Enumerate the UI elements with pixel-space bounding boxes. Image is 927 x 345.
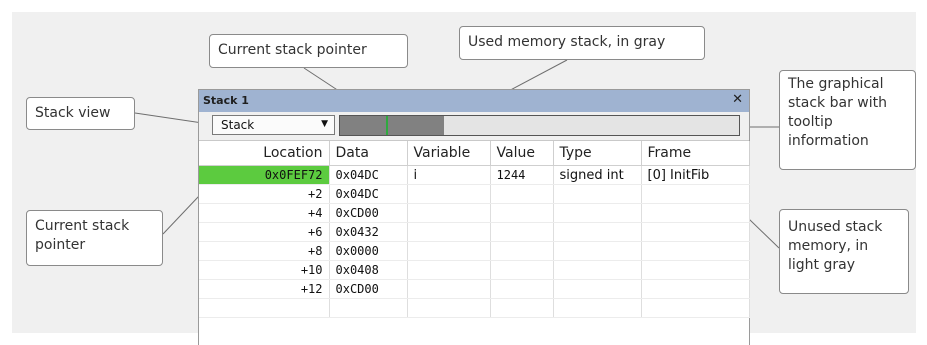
cell-type: signed int <box>553 165 642 185</box>
graphical-stack-bar[interactable] <box>339 115 740 136</box>
cell-location: +10 <box>199 260 330 280</box>
callout-stack-view: Stack view <box>26 97 135 130</box>
used-stack-memory <box>340 116 444 135</box>
window-title: Stack 1 <box>203 94 249 107</box>
table-row[interactable] <box>199 298 750 318</box>
cell-type <box>553 298 642 318</box>
cell-value <box>490 298 554 318</box>
callout-graphical-stack-bar: The graphical stack bar with tooltip inf… <box>779 70 916 170</box>
cell-type <box>553 260 642 280</box>
stack-pointer-marker <box>385 116 388 135</box>
table-row[interactable]: +2 0x04DC <box>199 184 750 204</box>
stack-window: Stack 1 ✕ Stack ▼ Location Data Variable… <box>198 89 750 345</box>
table-header-row: Location Data Variable Value Type Frame <box>199 141 750 166</box>
cell-data: 0x0432 <box>329 222 408 242</box>
column-header-value[interactable]: Value <box>490 141 554 166</box>
cell-value <box>490 279 554 299</box>
cell-value <box>490 222 554 242</box>
cell-location: +12 <box>199 279 330 299</box>
window-titlebar: Stack 1 ✕ <box>199 90 749 112</box>
cell-value: 1244 <box>490 165 554 185</box>
cell-location: +2 <box>199 184 330 204</box>
cell-frame <box>641 298 750 318</box>
cell-location: 0x0FEF72 <box>199 165 330 185</box>
table-body: 0x0FEF72 0x04DC i 1244 signed int [0] InitFib… <box>199 165 750 318</box>
cell-data: 0x0408 <box>329 260 408 280</box>
cell-variable <box>407 260 491 280</box>
stack-toolbar: Stack ▼ <box>199 112 749 141</box>
cell-value <box>490 260 554 280</box>
cell-frame <box>641 203 750 223</box>
callout-unused-memory: Unused stack memory, in light gray <box>779 209 909 294</box>
column-header-location[interactable]: Location <box>199 141 330 166</box>
table-row[interactable]: 0x0FEF72 0x04DC i 1244 signed int [0] InitFib <box>199 165 750 185</box>
cell-value <box>490 184 554 204</box>
table-row[interactable]: +12 0xCD00 <box>199 279 750 299</box>
callout-current-stack-pointer-top: Current stack pointer <box>209 34 408 68</box>
cell-type <box>553 279 642 299</box>
cell-value <box>490 203 554 223</box>
cell-variable <box>407 279 491 299</box>
table-row[interactable]: +10 0x0408 <box>199 260 750 280</box>
cell-variable <box>407 298 491 318</box>
column-header-type[interactable]: Type <box>553 141 642 166</box>
cell-variable <box>407 222 491 242</box>
cell-data: 0x04DC <box>329 165 408 185</box>
cell-variable <box>407 184 491 204</box>
cell-variable <box>407 241 491 261</box>
cell-data: 0x04DC <box>329 184 408 204</box>
cell-location <box>199 298 330 318</box>
cell-location: +8 <box>199 241 330 261</box>
cell-variable <box>407 203 491 223</box>
cell-frame <box>641 260 750 280</box>
column-header-data[interactable]: Data <box>329 141 408 166</box>
cell-variable: i <box>407 165 491 185</box>
cell-frame <box>641 241 750 261</box>
cell-value <box>490 241 554 261</box>
cell-data: 0xCD00 <box>329 203 408 223</box>
cell-type <box>553 222 642 242</box>
chevron-down-icon: ▼ <box>321 119 328 129</box>
cell-data <box>329 298 408 318</box>
cell-frame: [0] InitFib <box>641 165 750 185</box>
close-icon[interactable]: ✕ <box>732 92 743 107</box>
stack-view-select-value: Stack <box>221 118 255 132</box>
cell-type <box>553 203 642 223</box>
cell-type <box>553 184 642 204</box>
cell-data: 0xCD00 <box>329 279 408 299</box>
table-row[interactable]: +4 0xCD00 <box>199 203 750 223</box>
callout-current-stack-pointer-left: Current stack pointer <box>26 210 163 266</box>
cell-location: +4 <box>199 203 330 223</box>
cell-type <box>553 241 642 261</box>
cell-data: 0x0000 <box>329 241 408 261</box>
column-header-variable[interactable]: Variable <box>407 141 491 166</box>
cell-frame <box>641 222 750 242</box>
stack-view-select[interactable]: Stack ▼ <box>212 115 335 135</box>
table-row[interactable]: +8 0x0000 <box>199 241 750 261</box>
cell-location: +6 <box>199 222 330 242</box>
stack-table: Location Data Variable Value Type Frame … <box>199 141 750 318</box>
cell-frame <box>641 184 750 204</box>
callout-used-memory: Used memory stack, in gray <box>459 26 705 60</box>
table-row[interactable]: +6 0x0432 <box>199 222 750 242</box>
column-header-frame[interactable]: Frame <box>641 141 750 166</box>
cell-frame <box>641 279 750 299</box>
